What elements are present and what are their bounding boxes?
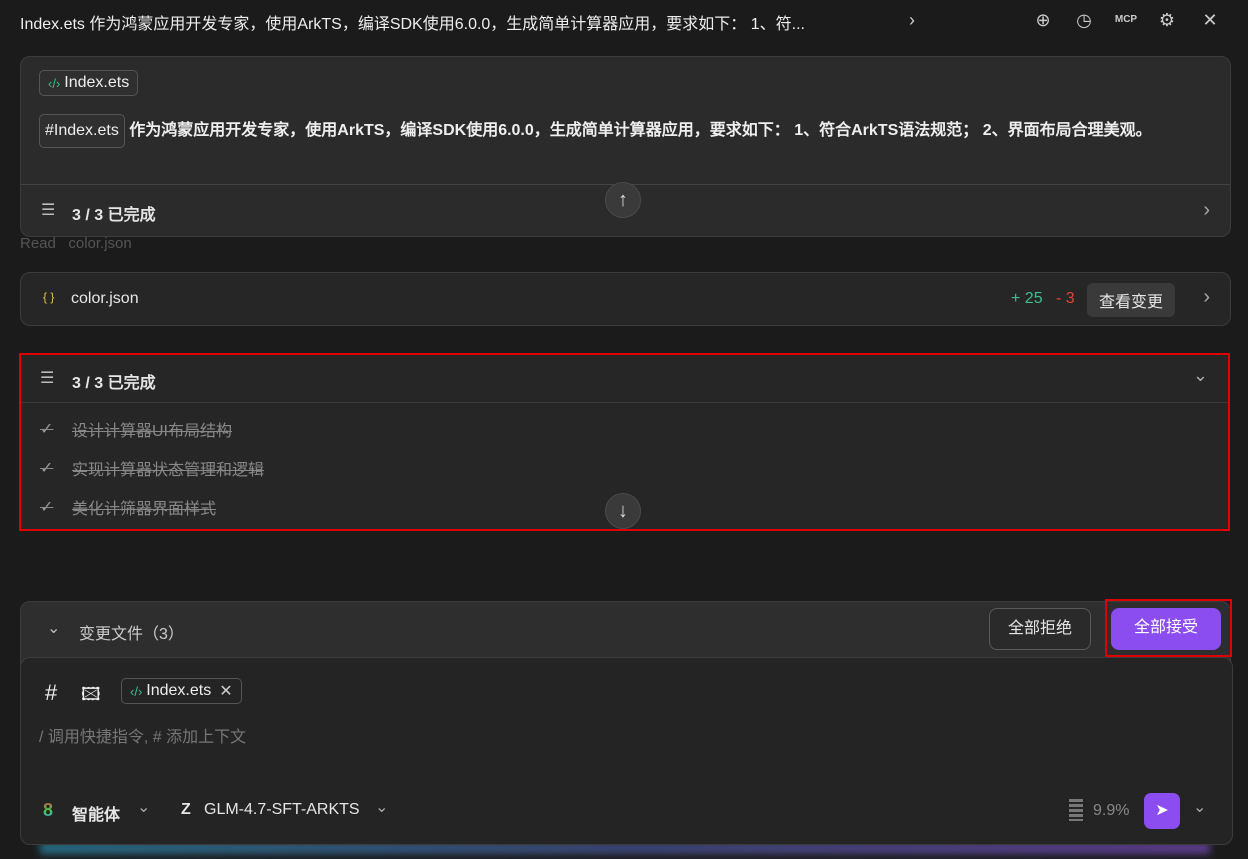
todo-title: 3 / 3 已完成 xyxy=(72,375,156,392)
list-icon: ☰ xyxy=(41,202,56,219)
read-status: Read color.json xyxy=(20,235,132,252)
file-chip-label: Index.ets xyxy=(64,74,130,91)
chevron-right-icon[interactable]: › xyxy=(1203,286,1210,309)
check-icon: ✓ xyxy=(40,460,54,477)
file-change-row[interactable]: { } color.json + 25 - 3 查看变更 › xyxy=(20,272,1231,326)
context-chip: ‹/› Index.ets ✕ xyxy=(121,678,242,704)
view-changes-button[interactable]: 查看变更 xyxy=(1087,283,1176,317)
ref-chip[interactable]: #Index.ets xyxy=(39,114,125,148)
chevron-down-icon[interactable]: ⌄ xyxy=(1193,797,1206,817)
model-selector[interactable]: GLM-4.7-SFT-ARKTS xyxy=(204,801,360,819)
code-icon: ‹/› xyxy=(48,75,61,91)
chevron-down-icon[interactable]: ⌄ xyxy=(1193,365,1208,386)
close-icon[interactable]: ✕ xyxy=(1198,8,1222,32)
chevron-down-icon[interactable]: ⌄ xyxy=(137,797,150,817)
context-chip-label: Index.ets xyxy=(146,682,212,699)
file-name: color.json xyxy=(71,290,139,307)
chevron-down-icon[interactable]: ⌄ xyxy=(47,618,60,638)
changed-files-title[interactable]: 变更文件（3） xyxy=(79,620,184,644)
todo-item: ✓ 实现计算器状态管理和逻辑 xyxy=(40,456,264,480)
new-chat-icon[interactable]: ⊕ xyxy=(1031,8,1055,32)
lines-added: + 25 xyxy=(1011,290,1043,307)
todo-item: ✓ 设计计算器UI布局结构 xyxy=(40,417,232,441)
chat-input[interactable]: / 调用快捷指令, # 添加上下文 xyxy=(39,723,246,747)
prompt-text: 作为鸿蒙应用开发专家，使用ArkTS，编译SDK使用6.0.0，生成简单计算器应… xyxy=(129,122,1152,139)
mcp-icon[interactable]: MCP xyxy=(1114,8,1138,32)
chevron-right-icon[interactable]: › xyxy=(1203,199,1210,222)
send-button[interactable]: ➤ xyxy=(1144,793,1180,829)
check-icon: ✓ xyxy=(40,421,54,438)
reject-all-button[interactable]: 全部拒绝 xyxy=(989,608,1092,650)
check-icon: ✓ xyxy=(40,499,54,516)
close-icon[interactable]: ✕ xyxy=(219,681,232,701)
chat-input-panel: # 🖾 ‹/› Index.ets ✕ / 调用快捷指令, # 添加上下文 8 智能… xyxy=(20,657,1233,845)
agent-selector[interactable]: 智能体 xyxy=(72,801,120,825)
progress-label: 3 / 3 已完成 xyxy=(72,207,156,224)
agent-logo-icon: 8 xyxy=(43,800,54,820)
prompt-text-block: #Index.ets 作为鸿蒙应用开发专家，使用ArkTS，编译SDK使用6.0… xyxy=(39,114,1209,148)
list-icon: ☰ xyxy=(40,370,55,387)
zhipu-logo-icon: Z xyxy=(181,801,191,818)
lines-removed: - 3 xyxy=(1056,290,1075,307)
chevron-right-icon[interactable]: › xyxy=(900,8,924,32)
read-label: Read xyxy=(20,235,56,252)
todo-item: ✓ 美化计筛器界面样式 xyxy=(40,495,216,519)
scroll-down-button[interactable]: ↓ xyxy=(605,493,641,529)
todo-text: 美化计筛器界面样式 xyxy=(72,501,217,518)
json-icon: { } xyxy=(43,290,55,304)
hash-icon[interactable]: # xyxy=(45,680,57,706)
accept-all-button[interactable]: 全部接受 xyxy=(1111,608,1221,650)
todo-text: 实现计算器状态管理和逻辑 xyxy=(72,462,265,479)
image-icon[interactable]: 🖾 xyxy=(81,682,101,712)
code-icon: ‹/› xyxy=(130,683,143,699)
history-icon[interactable]: ◷ xyxy=(1072,8,1096,32)
scroll-up-button[interactable]: ↑ xyxy=(605,182,641,218)
context-usage-icon xyxy=(1069,799,1083,821)
chevron-down-icon[interactable]: ⌄ xyxy=(375,797,388,817)
gear-icon[interactable]: ⚙ xyxy=(1155,8,1179,32)
todo-text: 设计计算器UI布局结构 xyxy=(72,423,233,440)
file-chip[interactable]: ‹/› Index.ets xyxy=(39,70,139,96)
read-file: color.json xyxy=(68,235,132,252)
conversation-title[interactable]: Index.ets 作为鸿蒙应用开发专家，使用ArkTS，编译SDK使用6.0.… xyxy=(20,10,805,34)
context-usage: 9.9% xyxy=(1093,802,1130,819)
